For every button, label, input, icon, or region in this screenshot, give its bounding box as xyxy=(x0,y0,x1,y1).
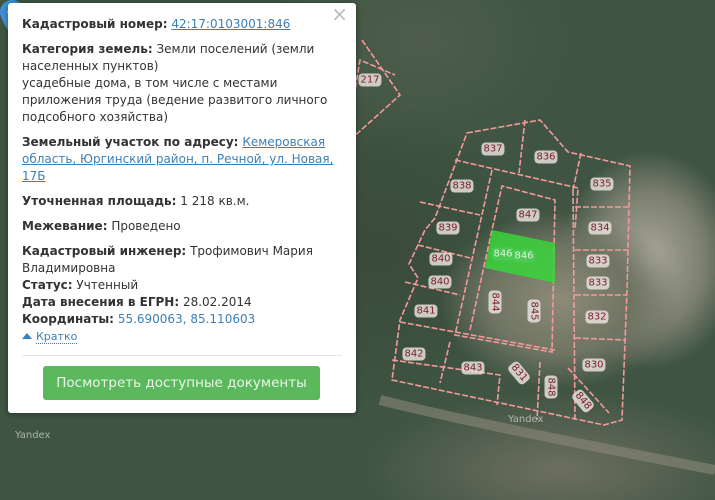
category-label: Категория земель: xyxy=(22,42,153,56)
survey-value: Проведено xyxy=(111,219,181,233)
status-label: Статус: xyxy=(22,278,73,292)
parcel-label[interactable]: 840 xyxy=(428,275,452,289)
parcel-info-popup: × Кадастровый номер: 42:17:0103001:846 К… xyxy=(8,3,356,413)
parcel-label[interactable]: 830 xyxy=(582,358,606,372)
caret-up-icon xyxy=(22,333,32,339)
area-label: Уточненная площадь: xyxy=(22,194,177,208)
date-value: 28.02.2014 xyxy=(182,295,252,309)
parcel-label[interactable]: 848 xyxy=(544,375,558,399)
parcel-label[interactable]: 217 xyxy=(358,73,382,87)
parcel-label[interactable]: 836 xyxy=(534,150,558,164)
coords-label: Координаты: xyxy=(22,312,114,326)
parcel-label[interactable]: 833 xyxy=(586,254,610,268)
parcel-label[interactable]: 843 xyxy=(461,361,485,375)
brief-link[interactable]: Кратко xyxy=(36,330,78,344)
parcel-label[interactable]: 837 xyxy=(481,142,505,156)
status-value: Учтенный xyxy=(76,278,139,292)
parcel-label[interactable]: 844 xyxy=(488,290,502,314)
engineer-label: Кадастровый инженер: xyxy=(22,244,187,258)
survey-label: Межевание: xyxy=(22,219,108,233)
parcel-label[interactable]: 834 xyxy=(588,221,612,235)
coords-value: 55.690063, 85.110603 xyxy=(117,312,256,326)
brief-toggle[interactable]: Кратко xyxy=(22,328,342,345)
divider xyxy=(22,355,342,356)
yandex-watermark: Yandex xyxy=(508,414,544,425)
parcel-label[interactable]: 839 xyxy=(436,221,460,235)
parcel-label-selected[interactable]: 846 xyxy=(491,247,515,261)
date-label: Дата внесения в ЕГРН: xyxy=(22,295,180,309)
view-documents-button[interactable]: Посмотреть доступные документы xyxy=(43,366,320,400)
parcel-label[interactable]: 845 xyxy=(527,299,541,323)
parcel-label[interactable]: 833 xyxy=(586,276,610,290)
parcel-label[interactable]: 835 xyxy=(590,177,614,191)
parcel-label[interactable]: 832 xyxy=(585,310,609,324)
close-icon[interactable]: × xyxy=(331,4,348,24)
parcel-label[interactable]: 841 xyxy=(414,304,438,318)
parcel-label[interactable]: 842 xyxy=(402,347,426,361)
category-use: усадебные дома, в том числе с местами пр… xyxy=(22,76,328,124)
yandex-watermark: Yandex xyxy=(15,430,51,441)
parcel-label[interactable]: 840 xyxy=(429,252,453,266)
parcel-label[interactable]: 838 xyxy=(450,179,474,193)
cadastral-number-link[interactable]: 42:17:0103001:846 xyxy=(171,17,290,31)
cadastral-label: Кадастровый номер: xyxy=(22,17,168,31)
parcel-label[interactable]: 847 xyxy=(516,208,540,222)
area-value: 1 218 кв.м. xyxy=(180,194,250,208)
parcel-label-selected[interactable]: 846 xyxy=(512,249,536,263)
address-label: Земельный участок по адресу: xyxy=(22,135,239,149)
